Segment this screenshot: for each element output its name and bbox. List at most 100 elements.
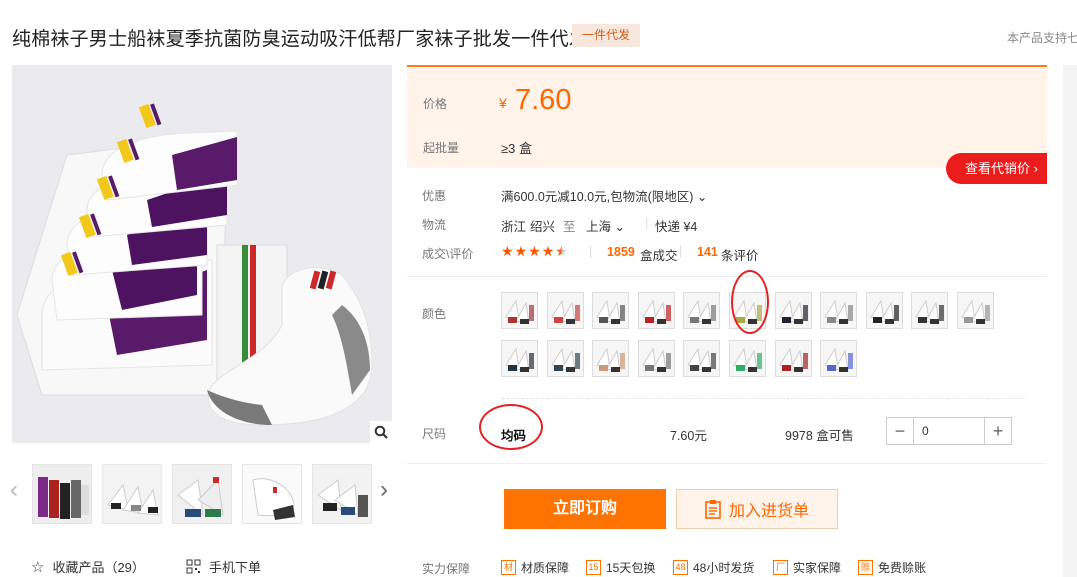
thumbnail-1[interactable] [32,464,92,524]
color-swatch[interactable] [637,340,675,377]
guarantee-shipping[interactable]: 48 48小时发货 [673,559,754,576]
price-label: 价格 [423,97,448,111]
guarantee-credit[interactable]: 赊 免费赊账 [858,559,926,576]
thumbnail-5[interactable] [312,464,372,524]
rating-stars: ★ ★ ★ ★ ★ [501,244,568,258]
deals-unit: 盒成交 [640,249,678,263]
moq-value: ≥3 盒 [501,141,532,156]
color-swatch[interactable] [820,292,858,329]
guarantee-text: 48小时发货 [693,561,755,575]
to-word: 至 [563,220,576,234]
mobile-order-label: 手机下单 [209,560,262,575]
half-star-icon: ★ [555,243,568,259]
factory-icon: 厂 [773,560,788,575]
color-swatch[interactable] [637,292,675,329]
mobile-order[interactable]: 手机下单 [186,557,261,576]
deals-count: 1859 [607,245,635,259]
plus-button[interactable]: + [985,418,1011,444]
color-swatch[interactable] [683,292,721,329]
color-swatch[interactable] [957,292,994,329]
color-swatch[interactable] [546,340,584,377]
color-swatch[interactable] [546,292,584,329]
logistics-divider: | [645,216,649,230]
star-icon: ★ [501,243,514,259]
favorite-label: 收藏产品（29） [52,560,145,575]
qrcode-icon [186,559,201,574]
guarantee-text: 材质保障 [521,561,570,575]
color-swatch[interactable] [774,340,812,377]
thumb-prev-arrow[interactable]: ‹ [10,476,18,504]
color-swatch[interactable] [774,292,812,329]
product-title: 纯棉袜子男士船袜夏季抗菌防臭运动吸汗低帮厂家袜子批发一件代发 [12,29,589,50]
color-swatch[interactable] [820,340,858,377]
guarantee-material[interactable]: 材 材质保障 [501,559,569,576]
star-icon: ★ [541,243,555,259]
favorite-product[interactable]: ☆ 收藏产品（29） [31,557,145,576]
thumbnail-3[interactable] [172,464,232,524]
color-swatch[interactable] [865,292,903,329]
guarantee-text: 免费赊账 [878,561,927,575]
support-note: 本产品支持七 [1007,31,1077,45]
quantity-stepper[interactable]: − 0 + [886,417,1012,445]
quantity-input[interactable]: 0 [913,418,985,444]
star-outline-icon: ☆ [31,558,45,576]
color-swatch[interactable] [683,340,721,377]
size-label: 尺码 [422,427,447,441]
color-swatch[interactable] [592,340,630,377]
scrollbar[interactable] [1063,65,1077,577]
reviews-count[interactable]: 141 [697,245,718,259]
express-fee: 快递 ¥4 [655,220,698,234]
main-product-image[interactable] [12,65,392,443]
color-swatch[interactable] [592,292,630,329]
exchange-icon: 15 [586,560,601,575]
size-stock: 9978 盒可售 [785,429,854,443]
credit-icon: 赊 [858,560,873,575]
guarantee-factory[interactable]: 厂 实家保障 [773,559,841,576]
minus-button[interactable]: − [887,418,913,444]
buy-now-button[interactable]: 立即订购 [504,489,666,529]
origin-city: 绍兴 [530,220,556,234]
star-icon: ★ [514,243,528,259]
zoom-button[interactable] [370,421,392,443]
destination-select[interactable]: 上海 ⌄ [586,216,625,235]
divider [407,276,1047,277]
color-swatch[interactable] [501,340,538,377]
logistics-label: 物流 [422,218,447,232]
size-price: 7.60元 [670,429,707,443]
price-value: 7.60 [515,84,572,116]
guarantee-text: 实家保障 [793,561,842,575]
thumb-next-arrow[interactable]: › [380,476,388,504]
star-icon: ★ [528,243,541,259]
size-divider [501,398,1025,399]
origin-province: 浙江 [501,220,527,234]
color-swatch[interactable] [729,292,766,329]
dropship-badge: 一件代发 [572,24,641,47]
promo-label: 优惠 [422,189,447,203]
material-icon: 材 [501,560,516,575]
thumbnail-2[interactable] [102,464,162,524]
view-agent-price-button[interactable]: 查看代销价 › [946,153,1047,184]
clipboard-icon [705,500,721,519]
promo-value[interactable]: 满600.0元减10.0元,包物流(限地区) ⌄ [501,186,707,205]
color-swatch[interactable] [501,292,538,329]
guarantee-exchange[interactable]: 15 15天包换 [586,559,655,576]
price-currency: ¥ [499,95,507,111]
reviews-unit[interactable]: 条评价 [721,245,759,264]
moq-label: 起批量 [423,141,460,155]
color-label: 颜色 [422,307,447,321]
divider [407,463,1047,464]
deal-review-label: 成交\评价 [422,247,474,261]
deals-divider: | [679,244,683,258]
rating-divider: | [589,244,593,258]
size-option[interactable]: 均码 [501,425,526,444]
add-to-cart-button[interactable]: 加入进货单 [676,489,838,529]
guarantee-label: 实力保障 [422,562,471,576]
color-swatch[interactable] [729,340,766,377]
shipping-icon: 48 [673,560,688,575]
thumbnail-4[interactable] [242,464,302,524]
price-panel: 价格 ¥ 7.60 起批量 ≥3 盒 [407,65,1047,168]
guarantee-text: 15天包换 [606,561,656,575]
color-swatch[interactable] [911,292,949,329]
add-to-cart-label: 加入进货单 [728,503,809,520]
search-icon [374,425,388,439]
